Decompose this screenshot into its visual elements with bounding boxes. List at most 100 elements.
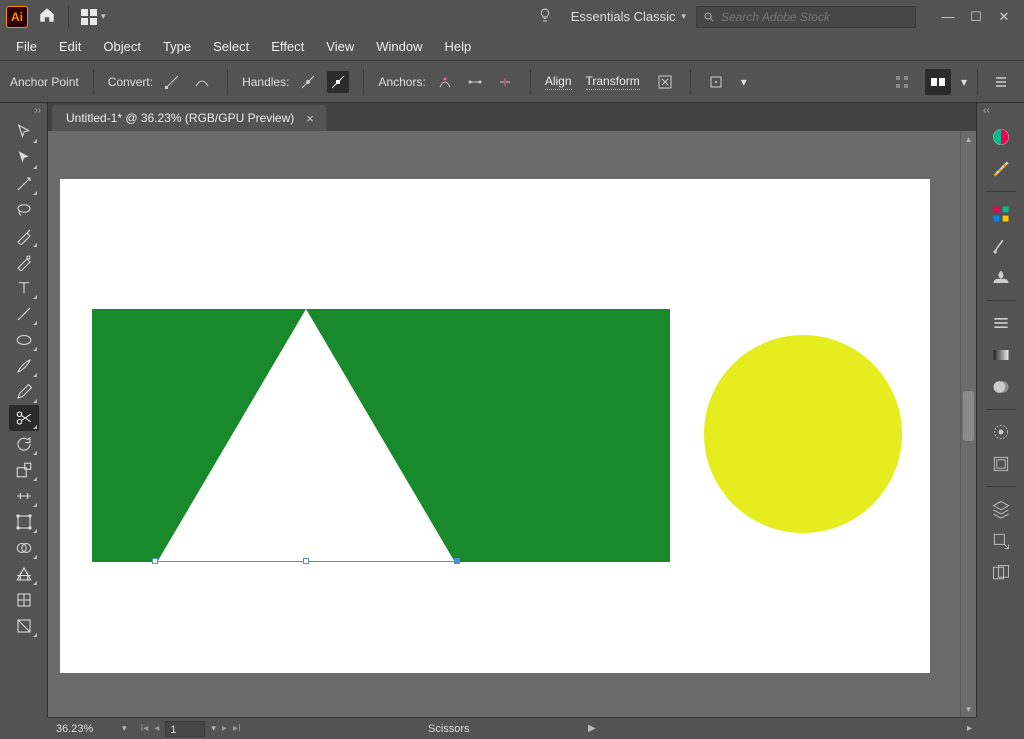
- status-bar: 36.23% ▾ I◂ ◂ 1 ▾ ▸ ▸I Scissors ▶ ▸: [48, 717, 976, 739]
- rotate-tool[interactable]: [9, 431, 39, 457]
- context-label: Anchor Point: [10, 75, 79, 89]
- discover-button[interactable]: [537, 7, 553, 26]
- expand-panels-button[interactable]: ‹‹: [977, 105, 1024, 119]
- anchor-point-selected[interactable]: [454, 558, 460, 564]
- stock-search[interactable]: [696, 6, 916, 28]
- search-icon: [703, 11, 715, 23]
- isolate-button[interactable]: [654, 71, 676, 93]
- menu-edit[interactable]: Edit: [49, 35, 91, 58]
- menu-select[interactable]: Select: [203, 35, 259, 58]
- magic-wand-tool[interactable]: [9, 171, 39, 197]
- pencil-tool[interactable]: [9, 379, 39, 405]
- brushes-panel-button[interactable]: [986, 232, 1016, 260]
- zoom-level[interactable]: 36.23%: [56, 723, 114, 735]
- type-tool[interactable]: [9, 275, 39, 301]
- artboard[interactable]: [60, 179, 930, 673]
- appearance-panel-button[interactable]: [986, 418, 1016, 446]
- close-tab-button[interactable]: ×: [306, 111, 314, 126]
- scroll-thumb[interactable]: [963, 391, 974, 441]
- stroke-panel-button[interactable]: [986, 309, 1016, 337]
- gradient-tool[interactable]: [9, 613, 39, 639]
- scissors-tool[interactable]: [9, 405, 39, 431]
- last-artboard-button[interactable]: ▸I: [233, 723, 241, 734]
- color-panel-button[interactable]: [986, 123, 1016, 151]
- shape-builder-tool[interactable]: [9, 535, 39, 561]
- scroll-down-button[interactable]: ▾: [961, 701, 976, 717]
- transform-panel-link[interactable]: Transform: [586, 74, 640, 90]
- chevron-down-icon: ▾: [741, 75, 747, 89]
- scroll-right-button[interactable]: ▸: [967, 723, 972, 734]
- pen-tool[interactable]: [9, 223, 39, 249]
- align-panel-link[interactable]: Align: [545, 74, 572, 90]
- connect-anchor-button[interactable]: [464, 71, 486, 93]
- shape-cutout-triangle[interactable]: [156, 309, 456, 564]
- width-tool[interactable]: [9, 483, 39, 509]
- symbols-panel-button[interactable]: [986, 264, 1016, 292]
- lasso-tool[interactable]: [9, 197, 39, 223]
- free-transform-tool[interactable]: [9, 509, 39, 535]
- mesh-tool[interactable]: [9, 587, 39, 613]
- line-tool[interactable]: [9, 301, 39, 327]
- align-to-button[interactable]: [705, 71, 727, 93]
- direct-selection-tool[interactable]: [9, 145, 39, 171]
- selected-path[interactable]: [155, 559, 457, 565]
- status-menu-button[interactable]: ▶: [588, 723, 596, 734]
- shape-ellipse[interactable]: [704, 335, 902, 533]
- scale-tool[interactable]: [9, 457, 39, 483]
- arrange-documents-button[interactable]: ▾: [81, 9, 106, 25]
- menu-object[interactable]: Object: [93, 35, 151, 58]
- expand-tools-button[interactable]: ››: [0, 105, 47, 119]
- show-handles-button[interactable]: [297, 71, 319, 93]
- remove-anchor-button[interactable]: [434, 71, 456, 93]
- menu-type[interactable]: Type: [153, 35, 201, 58]
- grid-options-button[interactable]: [889, 69, 915, 95]
- menu-effect[interactable]: Effect: [261, 35, 314, 58]
- menu-file[interactable]: File: [6, 35, 47, 58]
- workspace-switcher[interactable]: Essentials Classic ▾: [571, 9, 686, 24]
- current-tool-readout: Scissors: [428, 723, 470, 735]
- vertical-scrollbar[interactable]: ▴ ▾: [960, 131, 976, 717]
- color-guide-panel-button[interactable]: [986, 155, 1016, 183]
- maximize-button[interactable]: ☐: [962, 6, 990, 28]
- gradient-panel-button[interactable]: [986, 341, 1016, 369]
- asset-export-panel-button[interactable]: [986, 527, 1016, 555]
- graphic-styles-panel-button[interactable]: [986, 450, 1016, 478]
- anchor-point[interactable]: [152, 558, 158, 564]
- menu-window[interactable]: Window: [366, 35, 432, 58]
- first-artboard-button[interactable]: I◂: [141, 723, 149, 734]
- control-bar: Anchor Point Convert: Handles: Anchors: …: [0, 61, 1024, 103]
- layers-panel-button[interactable]: [986, 495, 1016, 523]
- stock-search-input[interactable]: [721, 10, 909, 24]
- canvas[interactable]: ▴ ▾: [48, 131, 976, 717]
- panel-menu-button[interactable]: [988, 69, 1014, 95]
- menu-view[interactable]: View: [316, 35, 364, 58]
- selection-tool[interactable]: [9, 119, 39, 145]
- perspective-grid-tool[interactable]: [9, 561, 39, 587]
- cut-anchor-button[interactable]: [494, 71, 516, 93]
- home-button[interactable]: [38, 6, 56, 27]
- ellipse-tool[interactable]: [9, 327, 39, 353]
- anchor-point[interactable]: [303, 558, 309, 564]
- close-button[interactable]: ✕: [990, 6, 1018, 28]
- chevron-down-icon[interactable]: ▾: [211, 723, 216, 734]
- scroll-up-button[interactable]: ▴: [961, 131, 976, 147]
- document-tab-title: Untitled-1* @ 36.23% (RGB/GPU Preview): [66, 111, 294, 125]
- chevron-down-icon[interactable]: ▾: [122, 723, 127, 734]
- convert-group: Convert:: [108, 71, 213, 93]
- menu-help[interactable]: Help: [434, 35, 481, 58]
- curvature-tool[interactable]: [9, 249, 39, 275]
- prev-artboard-button[interactable]: ◂: [154, 723, 159, 734]
- transparency-panel-button[interactable]: [986, 373, 1016, 401]
- artboard-number[interactable]: 1: [165, 721, 205, 737]
- chevron-down-icon: ▾: [101, 11, 106, 22]
- swatches-panel-button[interactable]: [986, 200, 1016, 228]
- minimize-button[interactable]: —: [934, 6, 962, 28]
- document-tab[interactable]: Untitled-1* @ 36.23% (RGB/GPU Preview) ×: [52, 105, 326, 131]
- convert-smooth-button[interactable]: [191, 71, 213, 93]
- paintbrush-tool[interactable]: [9, 353, 39, 379]
- artboards-panel-button[interactable]: [986, 559, 1016, 587]
- convert-corner-button[interactable]: [161, 71, 183, 93]
- next-artboard-button[interactable]: ▸: [222, 723, 227, 734]
- snap-options-button[interactable]: [925, 69, 951, 95]
- hide-handles-button[interactable]: [327, 71, 349, 93]
